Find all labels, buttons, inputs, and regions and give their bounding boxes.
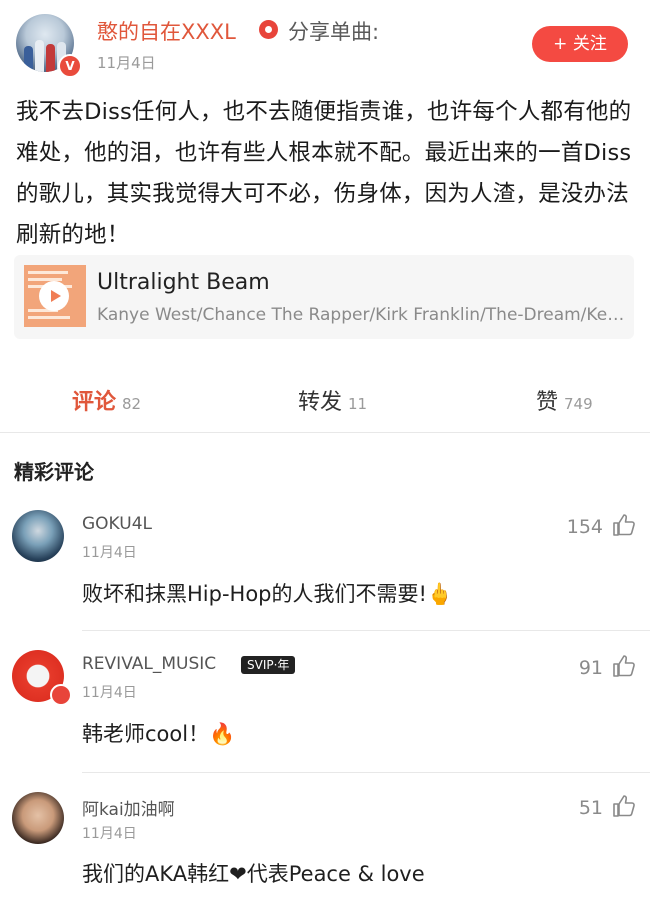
avatar[interactable] xyxy=(12,792,64,844)
tab-label: 转发 xyxy=(298,390,343,415)
like-count: 51 xyxy=(578,797,603,819)
post-text: 我不去Diss任何人，也不去随便指责谁，也许每个人都有他的难处，他的泪，也许有些… xyxy=(16,99,632,248)
tab-count: 749 xyxy=(564,395,593,413)
svip-badge: SVIP·年 xyxy=(241,656,296,674)
tab-label: 评论 xyxy=(72,390,117,415)
tab-reposts[interactable]: 转发 11 xyxy=(298,384,367,416)
comment-text: 败坏和抹黑Hip-Hop的人我们不需要!🖕 xyxy=(82,582,454,606)
divider xyxy=(82,772,650,773)
comment-date: 11月4日 xyxy=(82,826,137,842)
divider xyxy=(0,432,650,433)
tab-comments[interactable]: 评论 82 xyxy=(72,384,141,416)
comment-text: 韩老师cool！🔥 xyxy=(82,722,236,746)
thumbs-up-icon[interactable] xyxy=(611,653,637,679)
song-title: Ultralight Beam xyxy=(97,270,270,295)
like-count: 91 xyxy=(578,657,603,679)
share-label: 分享单曲: xyxy=(288,20,380,44)
music-card[interactable] xyxy=(14,255,634,339)
like-count: 154 xyxy=(566,516,603,538)
follow-button[interactable]: + 关注 xyxy=(532,26,628,62)
tab-count: 11 xyxy=(348,395,368,413)
comment-user[interactable]: GOKU4L xyxy=(82,514,152,534)
tab-count: 82 xyxy=(122,395,142,413)
avatar[interactable] xyxy=(12,510,64,562)
author-name[interactable]: 憨的自在XXXL xyxy=(97,16,236,46)
music-note-icon xyxy=(50,684,72,706)
comment-user[interactable]: 阿kai加油啊 xyxy=(82,795,175,820)
comment-user[interactable]: REVIVAL_MUSIC xyxy=(82,654,216,674)
thumbs-up-icon[interactable] xyxy=(611,793,637,819)
thumbs-up-icon[interactable] xyxy=(611,512,637,538)
music-note-icon xyxy=(259,20,278,39)
comment-date: 11月4日 xyxy=(82,685,137,701)
play-icon[interactable] xyxy=(39,281,69,311)
comment-date: 11月4日 xyxy=(82,545,137,561)
post-date: 11月4日 xyxy=(97,54,156,72)
verified-badge: V xyxy=(58,54,82,78)
song-artist: Kanye West/Chance The Rapper/Kirk Frankl… xyxy=(97,305,625,325)
comment-text: 我们的AKA韩红❤代表Peace & love xyxy=(82,862,425,886)
divider xyxy=(82,630,650,631)
section-title: 精彩评论 xyxy=(14,460,94,484)
tab-label: 赞 xyxy=(536,390,559,415)
tab-likes[interactable]: 赞 749 xyxy=(536,384,593,416)
